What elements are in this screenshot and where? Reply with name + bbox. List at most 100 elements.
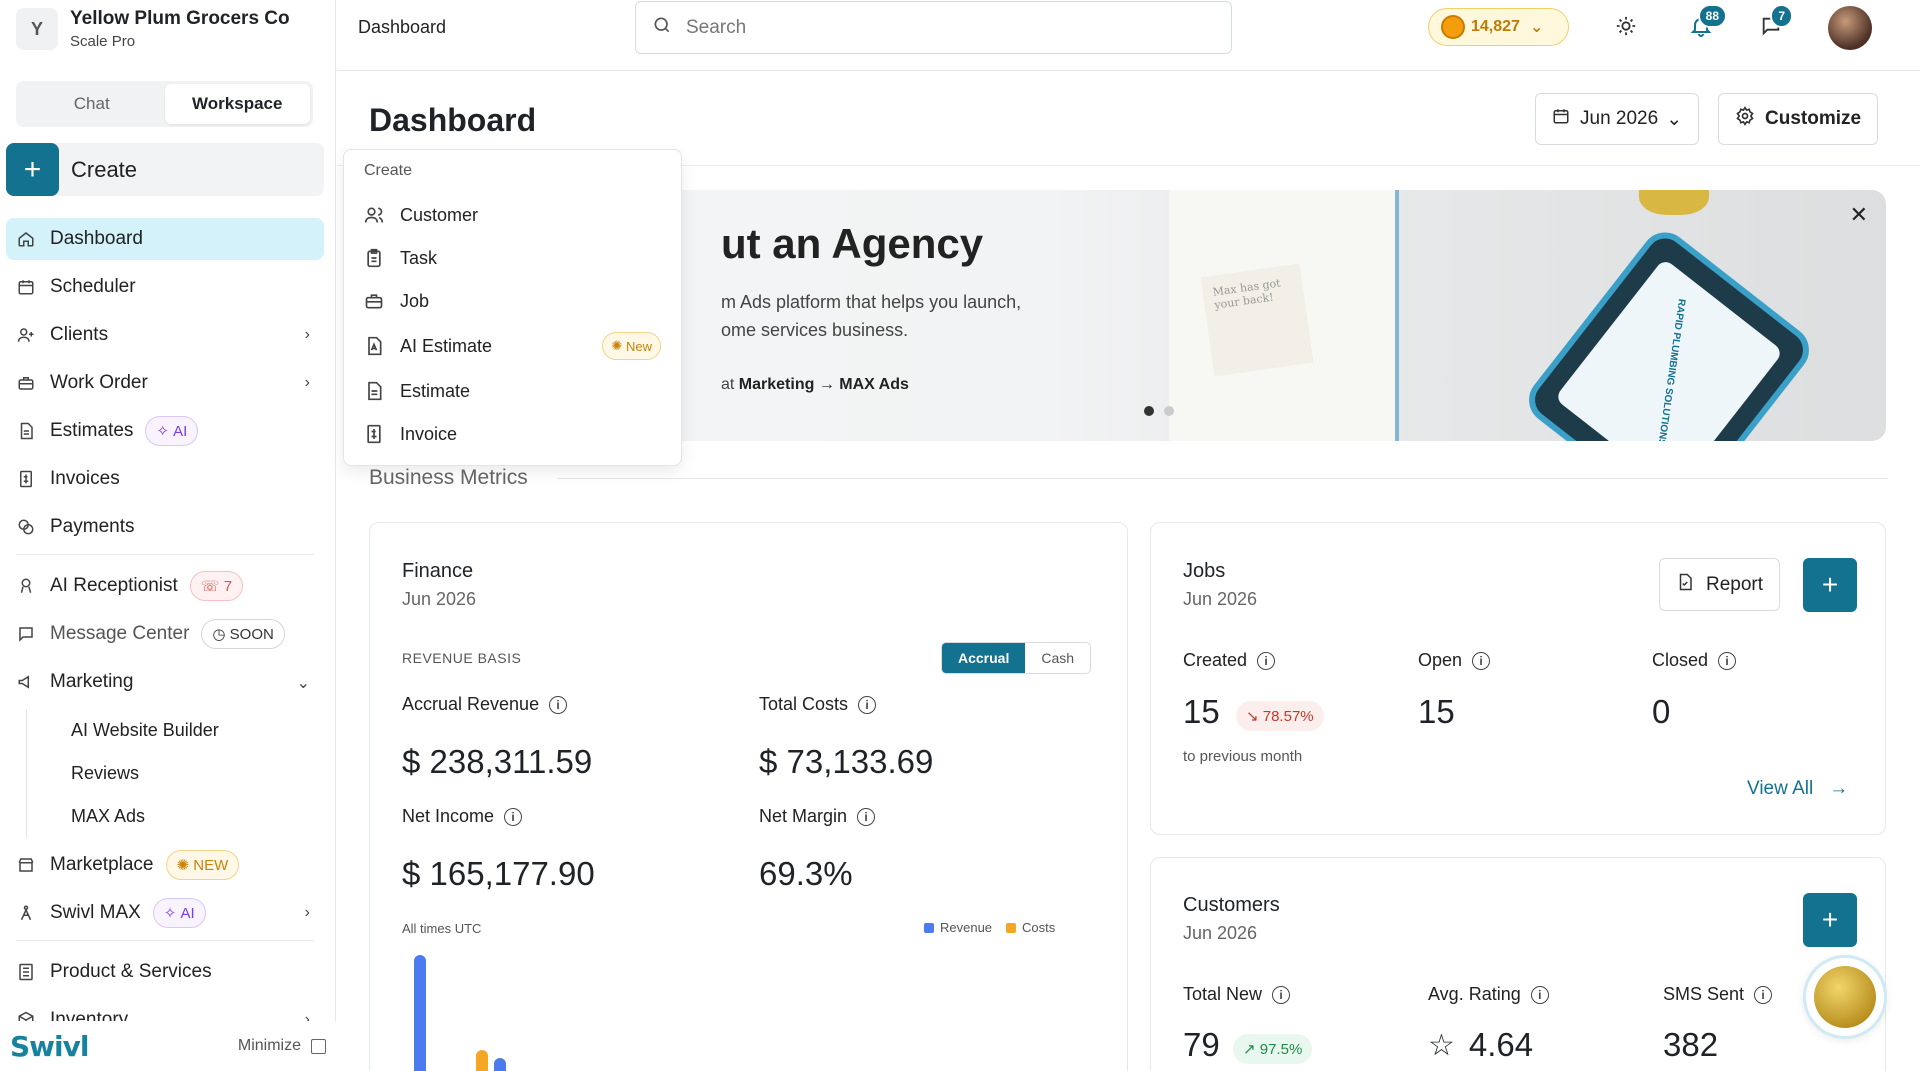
info-icon[interactable]: i xyxy=(858,695,877,714)
customize-button[interactable]: Customize xyxy=(1718,93,1879,145)
document-icon xyxy=(16,421,36,441)
open-value: 15 xyxy=(1418,693,1455,730)
sidebar-item-marketing[interactable]: Marketing ⌄ xyxy=(6,661,324,703)
sidebar-item-estimates[interactable]: Estimates ✧ AI xyxy=(6,410,324,452)
add-customer-button[interactable]: + xyxy=(1803,893,1857,947)
assistant-orb-icon xyxy=(1814,966,1876,1028)
toggle-accrual[interactable]: Accrual xyxy=(942,643,1026,673)
sidebar-subitem-reviews[interactable]: Reviews xyxy=(26,752,324,795)
create-menu-item-ai-estimate[interactable]: AI Estimate ✺ New xyxy=(364,326,661,366)
create-button[interactable]: + Create xyxy=(6,143,324,196)
trend-down-icon: ↘ xyxy=(1246,708,1263,725)
carousel-dot[interactable] xyxy=(1164,406,1174,416)
sidebar-item-label: Clients xyxy=(50,324,109,345)
brand-logo: Swivl xyxy=(10,1029,89,1063)
notification-count: 88 xyxy=(1697,4,1727,28)
sidebar-subitem-max-ads[interactable]: MAX Ads xyxy=(26,795,324,838)
messages-button[interactable]: 7 xyxy=(1757,4,1793,42)
info-icon[interactable]: i xyxy=(504,807,523,826)
ai-document-icon xyxy=(364,336,384,356)
sidebar-item-scheduler[interactable]: Scheduler xyxy=(6,266,324,308)
message-icon xyxy=(16,624,36,644)
sidebar-item-ai-receptionist[interactable]: AI Receptionist ☏ 7 xyxy=(6,565,324,607)
search-icon xyxy=(652,15,672,41)
minimize-label: Minimize xyxy=(237,1037,301,1054)
closed-label: Closed i xyxy=(1652,650,1737,671)
ai-badge: ✧ AI xyxy=(152,898,206,928)
sms-sent-value: 382 xyxy=(1663,1026,1719,1063)
date-filter-button[interactable]: Jun 2026 ⌄ xyxy=(1535,93,1700,145)
finance-card: Finance Jun 2026 REVENUE BASIS Accrual C… xyxy=(369,522,1128,1071)
menu-item-label: AI Estimate xyxy=(400,335,493,356)
menu-item-label: Job xyxy=(400,290,430,311)
notifications-button[interactable]: 88 xyxy=(1687,4,1727,42)
sidebar-nav: Dashboard Scheduler Clients › Work Order… xyxy=(6,218,324,1047)
total-new-label: Total New i xyxy=(1183,984,1291,1005)
created-label: Created i xyxy=(1183,650,1276,671)
assistant-launcher[interactable] xyxy=(1803,955,1887,1039)
create-menu-item-job[interactable]: Job xyxy=(364,281,661,321)
sidebar-item-payments[interactable]: Payments xyxy=(6,506,324,548)
sidebar-item-product-services[interactable]: Product & Services xyxy=(6,951,324,993)
toggle-cash[interactable]: Cash xyxy=(1025,643,1090,673)
card-period: Jun 2026 xyxy=(1183,923,1258,943)
create-menu-item-invoice[interactable]: Invoice xyxy=(364,414,661,454)
coins-balance[interactable]: 14,827 ⌄ xyxy=(1428,8,1569,46)
timezone-note: All times UTC xyxy=(402,921,482,936)
menu-item-label: Task xyxy=(400,247,438,268)
create-menu-item-customer[interactable]: Customer xyxy=(364,195,661,235)
info-icon[interactable]: i xyxy=(1257,651,1276,670)
org-switcher[interactable]: Y Yellow Plum Grocers Co Scale Pro xyxy=(16,8,290,50)
minimize-button[interactable]: Minimize xyxy=(238,1037,326,1055)
search-input[interactable]: Search xyxy=(635,1,1232,54)
theme-toggle[interactable] xyxy=(1612,14,1640,42)
view-all-link[interactable]: View All → xyxy=(1747,778,1848,800)
sidebar-item-swivl-max[interactable]: Swivl MAX ✧ AI › xyxy=(6,892,324,934)
message-count: 7 xyxy=(1770,4,1793,28)
org-name: Yellow Plum Grocers Co xyxy=(70,8,290,29)
sidebar-item-marketplace[interactable]: Marketplace ✺ NEW xyxy=(6,844,324,886)
total-new-change-value: 97.5% xyxy=(1259,1040,1303,1058)
carousel-dot[interactable] xyxy=(1144,406,1154,416)
sidebar-item-label: Marketplace xyxy=(50,854,154,875)
info-icon[interactable]: i xyxy=(857,807,876,826)
info-icon[interactable]: i xyxy=(1718,651,1737,670)
phone-icon: ☏ xyxy=(200,578,224,595)
phone-screen: RAPID PLUMBING SOLUTIONS xyxy=(1554,258,1784,441)
metric-label-text: Accrual Revenue xyxy=(402,694,540,714)
add-job-button[interactable]: + xyxy=(1803,558,1857,612)
coins-icon xyxy=(16,517,36,537)
metric-label-text: Created xyxy=(1183,650,1248,670)
info-icon[interactable]: i xyxy=(1472,651,1491,670)
info-icon[interactable]: i xyxy=(549,695,568,714)
create-menu-item-task[interactable]: Task xyxy=(364,238,661,278)
customize-label: Customize xyxy=(1765,108,1862,129)
created-change-badge: ↘ 78.57% xyxy=(1236,701,1324,731)
sidebar-subitem-ai-website-builder[interactable]: AI Website Builder xyxy=(26,709,324,752)
sidebar-item-invoices[interactable]: Invoices xyxy=(6,458,324,500)
create-menu-item-estimate[interactable]: Estimate xyxy=(364,371,661,411)
soon-badge: ◷ SOON xyxy=(201,619,285,649)
new-badge-label: New xyxy=(625,338,652,354)
close-icon[interactable]: ✕ xyxy=(1850,202,1868,228)
tab-workspace[interactable]: Workspace xyxy=(164,84,310,124)
info-icon[interactable]: i xyxy=(1272,985,1291,1004)
user-avatar[interactable] xyxy=(1828,6,1872,50)
legend-costs: Costs xyxy=(1022,920,1056,935)
mode-switch: Chat Workspace xyxy=(16,81,313,127)
card-period: Jun 2026 xyxy=(402,589,477,609)
info-icon[interactable]: i xyxy=(1530,985,1549,1004)
sidebar-item-dashboard[interactable]: Dashboard xyxy=(6,218,324,260)
ai-badge-label: AI xyxy=(180,904,195,922)
info-icon[interactable]: i xyxy=(1754,985,1773,1004)
missed-calls-count: 7 xyxy=(223,577,233,595)
sidebar-item-message-center[interactable]: Message Center ◷ SOON xyxy=(6,613,324,655)
chart-bar-revenue xyxy=(494,1058,506,1071)
sidebar-item-work-order[interactable]: Work Order › xyxy=(6,362,324,404)
tab-chat[interactable]: Chat xyxy=(19,84,165,124)
toolbox-icon xyxy=(16,373,36,393)
sidebar-item-clients[interactable]: Clients › xyxy=(6,314,324,356)
report-button[interactable]: Report xyxy=(1659,558,1781,611)
menu-item-label: Invoice xyxy=(400,423,458,444)
phone-image: RAPID PLUMBING SOLUTIONS xyxy=(1519,222,1819,441)
